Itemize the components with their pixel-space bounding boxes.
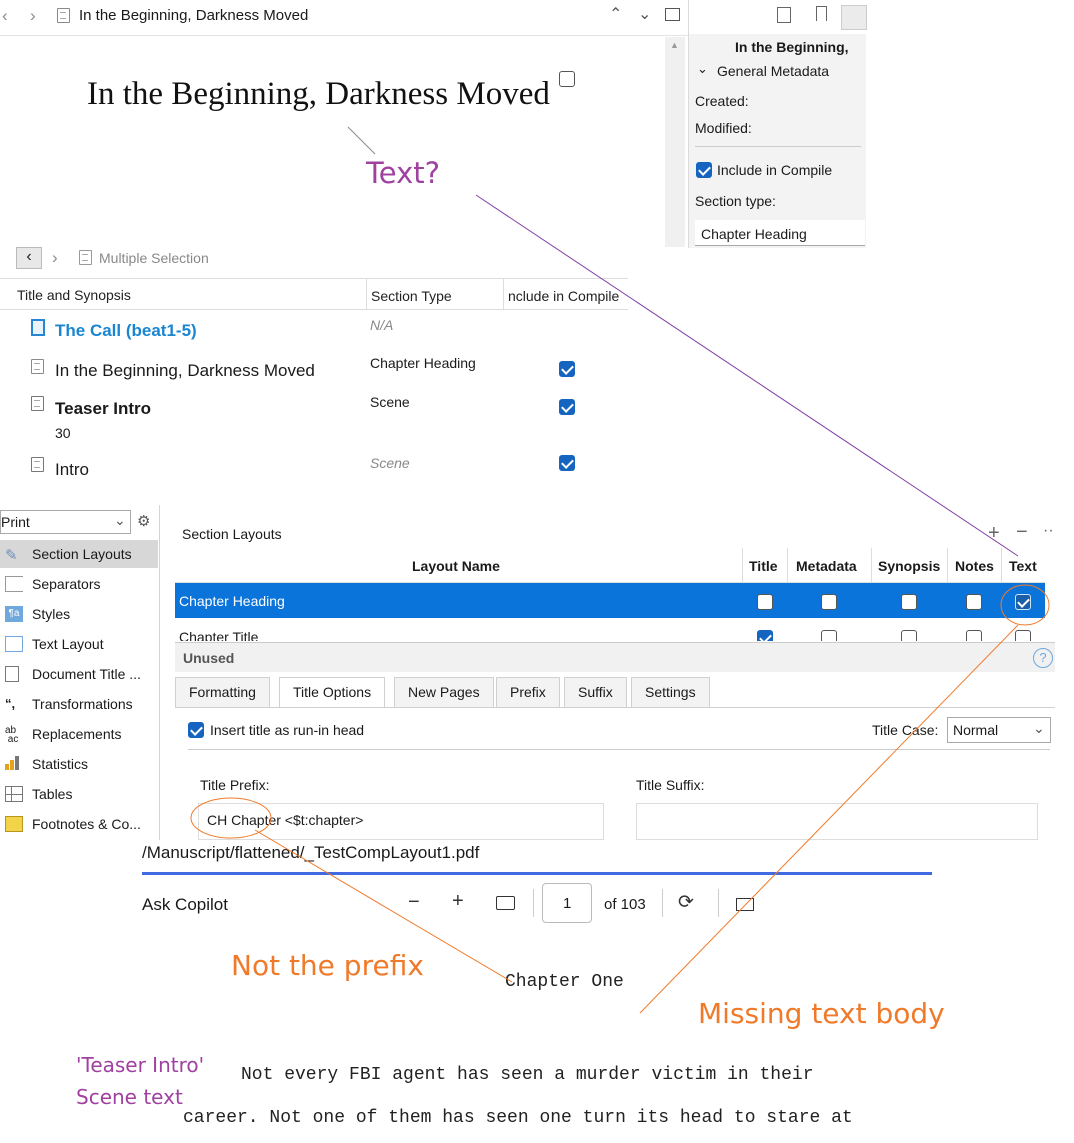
- annotation-scene-text: Scene text: [76, 1085, 183, 1109]
- annotation-missing-text: Missing text body: [698, 997, 945, 1030]
- annotation-lines: [190, 126, 1050, 1014]
- annotation-teaser-intro: 'Teaser Intro': [76, 1053, 205, 1077]
- annotation-line: [475, 194, 1019, 557]
- annotation-ellipse: [1000, 584, 1050, 626]
- annotation-not-prefix: Not the prefix: [231, 949, 424, 982]
- annotation-text-question: Text?: [366, 156, 441, 190]
- annotation-line: [347, 126, 376, 155]
- annotation-line: [639, 624, 1019, 1014]
